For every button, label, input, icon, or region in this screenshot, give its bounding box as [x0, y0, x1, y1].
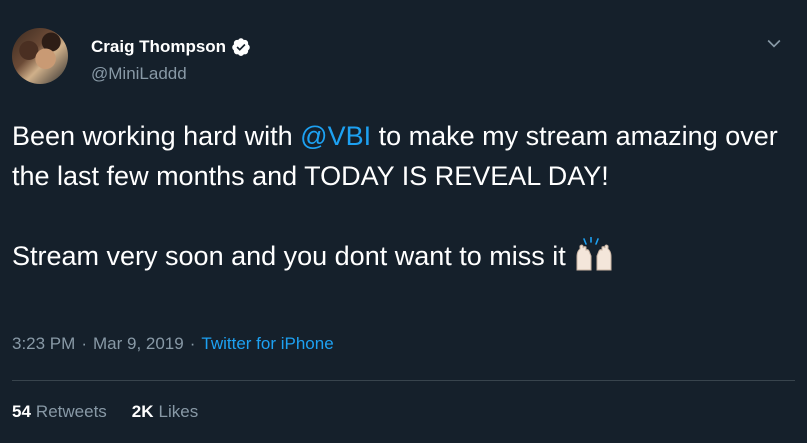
tweet-meta: 3:23 PM · Mar 9, 2019 · Twitter for iPho… — [12, 334, 334, 354]
retweets-count: 54 — [12, 402, 31, 421]
tweet-date[interactable]: Mar 9, 2019 — [93, 334, 184, 354]
likes-label: Likes — [158, 402, 199, 421]
retweets-label: Retweets — [35, 402, 107, 421]
mention-link[interactable]: @VBI — [300, 121, 371, 151]
chevron-down-icon[interactable] — [764, 33, 784, 53]
display-name[interactable]: Craig Thompson — [91, 37, 226, 57]
tweet-text: Been working hard with @VBI to make my s… — [12, 116, 792, 276]
meta-separator: · — [81, 334, 87, 353]
divider — [12, 380, 795, 381]
tweet-text-start: Been working hard with — [12, 121, 301, 151]
author-name-row: Craig Thompson — [91, 36, 251, 58]
tweet-card: Craig Thompson @MiniLaddd Been working h… — [0, 0, 807, 443]
likes-count: 2K — [131, 402, 154, 421]
likes-stat[interactable]: 2K Likes — [132, 402, 198, 422]
user-handle[interactable]: @MiniLaddd — [91, 64, 187, 84]
avatar[interactable] — [12, 28, 68, 84]
meta-separator: · — [189, 334, 196, 353]
raising-hands-icon — [576, 237, 612, 271]
tweet-time[interactable]: 3:23 PM — [12, 334, 75, 354]
retweets-stat[interactable]: 54 Retweets — [12, 402, 107, 422]
tweet-source-link[interactable]: Twitter for iPhone — [201, 334, 333, 354]
tweet-stats: 54 Retweets 2K Likes — [12, 402, 223, 422]
verified-badge-icon — [232, 38, 250, 56]
